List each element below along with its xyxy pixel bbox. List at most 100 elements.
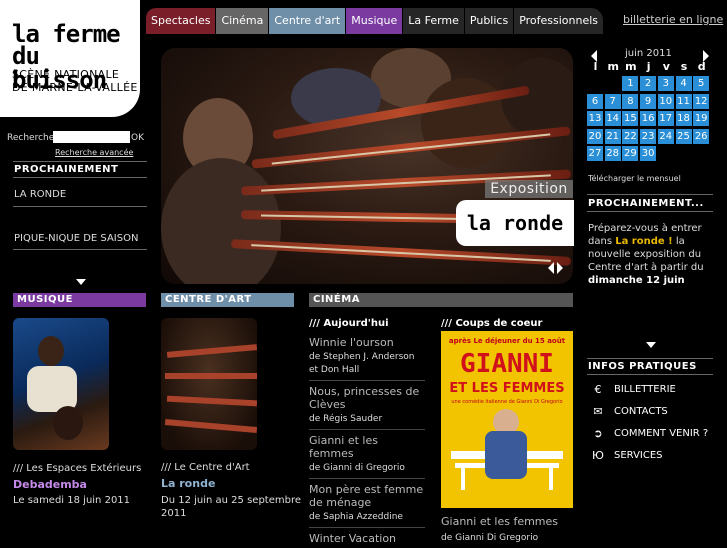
film-item[interactable]: Gianni et les femmes de Gianni di Gregori…: [309, 434, 425, 475]
search-input[interactable]: [53, 131, 130, 143]
euro-icon: €: [594, 383, 602, 396]
calendar-day[interactable]: 17: [657, 111, 674, 127]
info-item-label: COMMENT VENIR ?: [614, 428, 709, 439]
cinema-today-heading: /// Aujourd'hui: [309, 318, 389, 329]
calendar-day[interactable]: 6: [587, 93, 603, 109]
nav-tab-la-ferme[interactable]: La Ferme: [403, 8, 465, 34]
slide-prev-icon[interactable]: [548, 262, 554, 274]
centre-art-section-bar[interactable]: CENTRE D'ART: [161, 293, 294, 307]
calendar-weekday: m: [625, 60, 637, 73]
musique-title[interactable]: Debademba: [13, 478, 87, 491]
hero-slideshow[interactable]: [161, 48, 573, 284]
calendar-day[interactable]: 26: [693, 128, 710, 144]
coup-de-coeur-director: de Gianni Di Gregorio: [441, 533, 539, 543]
film-title[interactable]: Mon père est femme de ménage: [309, 483, 425, 509]
calendar-day[interactable]: 1: [622, 76, 639, 91]
cinema-section-bar[interactable]: CINÉMA: [309, 293, 573, 307]
search-ok-button[interactable]: OK: [131, 133, 144, 143]
calendar-day[interactable]: 23: [640, 128, 657, 144]
nav-tab-professionnels[interactable]: Professionnels: [514, 8, 604, 34]
left-section-heading: PROCHAINEMENT: [14, 164, 119, 175]
calendar-day[interactable]: 29: [622, 146, 639, 162]
calendar-day[interactable]: 24: [657, 128, 674, 144]
calendar-day[interactable]: 7: [604, 93, 621, 109]
left-item-pique-nique[interactable]: PIQUE-NIQUE DE SAISON: [14, 233, 138, 244]
film-title[interactable]: Winnie l'ourson: [309, 336, 425, 349]
coup-de-coeur-poster[interactable]: après Le déjeuner du 15 août GIANNI ET L…: [441, 331, 573, 508]
calendar-day[interactable]: 19: [693, 111, 710, 127]
calendar-day[interactable]: 14: [604, 111, 621, 127]
calendar-day[interactable]: 22: [622, 128, 639, 144]
hero-label: Exposition: [485, 180, 573, 198]
signpost-icon: ➲: [593, 427, 603, 440]
calendar-day[interactable]: 20: [587, 128, 603, 144]
film-title[interactable]: Gianni et les femmes: [309, 434, 425, 460]
musique-section-bar[interactable]: MUSIQUE: [13, 293, 146, 307]
calendar-day[interactable]: 21: [604, 128, 621, 144]
poster-credit: une comédie italienne de Gianni Di Grego…: [451, 399, 563, 405]
info-item-contacts[interactable]: ✉ CONTACTS: [590, 405, 667, 418]
calendar-day[interactable]: 25: [675, 128, 692, 144]
nav-tab-centre-d-art[interactable]: Centre d'art: [269, 8, 347, 34]
today-film-list: Winnie l'ourson de Stephen J. Anderson et…: [309, 336, 425, 548]
musique-thumbnail[interactable]: [13, 318, 109, 450]
download-monthly-link[interactable]: Télécharger le mensuel: [588, 174, 681, 183]
centre-art-thumbnail[interactable]: [161, 318, 257, 450]
nav-tab-spectacles[interactable]: Spectacles: [146, 8, 217, 34]
scroll-down-arrow-icon[interactable]: [646, 342, 656, 348]
film-item[interactable]: Mon père est femme de ménage de Saphia Az…: [309, 483, 425, 524]
calendar-day[interactable]: 2: [640, 76, 657, 91]
left-item-la-ronde[interactable]: LA RONDE: [14, 189, 66, 200]
billetterie-link[interactable]: billetterie en ligne: [623, 13, 723, 26]
poster-tagline: après Le déjeuner du 15 août: [448, 337, 566, 345]
cinema-coeur-heading: /// Coups de coeur: [441, 318, 543, 329]
calendar-day[interactable]: 3: [657, 76, 674, 91]
nav-tab-publics[interactable]: Publics: [464, 8, 515, 34]
calendar-day[interactable]: 8: [622, 93, 639, 109]
divider: [309, 429, 425, 430]
advanced-search-link[interactable]: Recherche avancée: [55, 148, 133, 157]
calendar-day[interactable]: 18: [675, 111, 692, 127]
logo-line-3: SCÈNE NATIONALE: [12, 68, 120, 81]
calendar-day[interactable]: 12: [693, 93, 710, 109]
nav-tab-cin-ma[interactable]: Cinéma: [216, 8, 270, 34]
calendar-day[interactable]: 9: [640, 93, 657, 109]
film-item[interactable]: Winnie l'ourson de Stephen J. Anderson et…: [309, 336, 425, 377]
calendar-month-title: juin 2011: [625, 48, 672, 59]
calendar-weekday: v: [662, 60, 670, 73]
centre-art-title[interactable]: La ronde: [161, 477, 215, 490]
info-item-billetterie[interactable]: € BILLETTERIE: [590, 383, 676, 396]
calendar-day[interactable]: 13: [587, 111, 603, 127]
slide-next-icon[interactable]: [557, 262, 563, 274]
film-title[interactable]: Nous, princesses de Clèves: [309, 385, 425, 411]
coup-de-coeur-title[interactable]: Gianni et les femmes: [441, 515, 558, 528]
calendar-day[interactable]: 16: [640, 111, 657, 127]
film-title[interactable]: Winter Vacation: [309, 532, 425, 545]
calendar-day[interactable]: 27: [587, 146, 603, 162]
hero-title[interactable]: la ronde: [456, 200, 574, 246]
film-item[interactable]: Nous, princesses de Clèves de Régis Saude…: [309, 385, 425, 426]
calendar-day[interactable]: 15: [622, 111, 639, 127]
calendar-weekday: m: [607, 60, 619, 73]
poster-subtitle: ET LES FEMMES: [449, 381, 565, 396]
calendar-day[interactable]: 4: [675, 76, 692, 91]
film-item[interactable]: Winter Vacation: [309, 532, 425, 545]
scroll-down-arrow-icon[interactable]: [76, 279, 86, 285]
main-nav: Spectacles Cinéma Centre d'art Musique La Fe…: [146, 8, 604, 34]
calendar-day[interactable]: 28: [604, 146, 621, 162]
calendar-day[interactable]: 10: [657, 93, 674, 109]
musique-date: Le samedi 18 juin 2011: [13, 495, 131, 506]
nav-tab-musique[interactable]: Musique: [346, 8, 404, 34]
site-logo[interactable]: la ferme du buisson SCÈNE NATIONALE DE M…: [0, 0, 140, 117]
upcoming-highlight[interactable]: La ronde !: [615, 236, 673, 247]
services-icon: Ю: [592, 449, 604, 462]
info-item-comment-venir-[interactable]: ➲ COMMENT VENIR ?: [590, 427, 708, 440]
info-heading: INFOS PRATIQUES: [588, 361, 697, 372]
envelope-icon: ✉: [593, 405, 603, 418]
calendar-day[interactable]: 5: [693, 76, 710, 91]
calendar-day[interactable]: 11: [675, 93, 692, 109]
film-director: de Gianni di Gregorio: [309, 463, 405, 473]
divider: [309, 380, 425, 381]
info-item-services[interactable]: Ю SERVICES: [590, 449, 662, 462]
calendar-day[interactable]: 30: [640, 146, 657, 162]
